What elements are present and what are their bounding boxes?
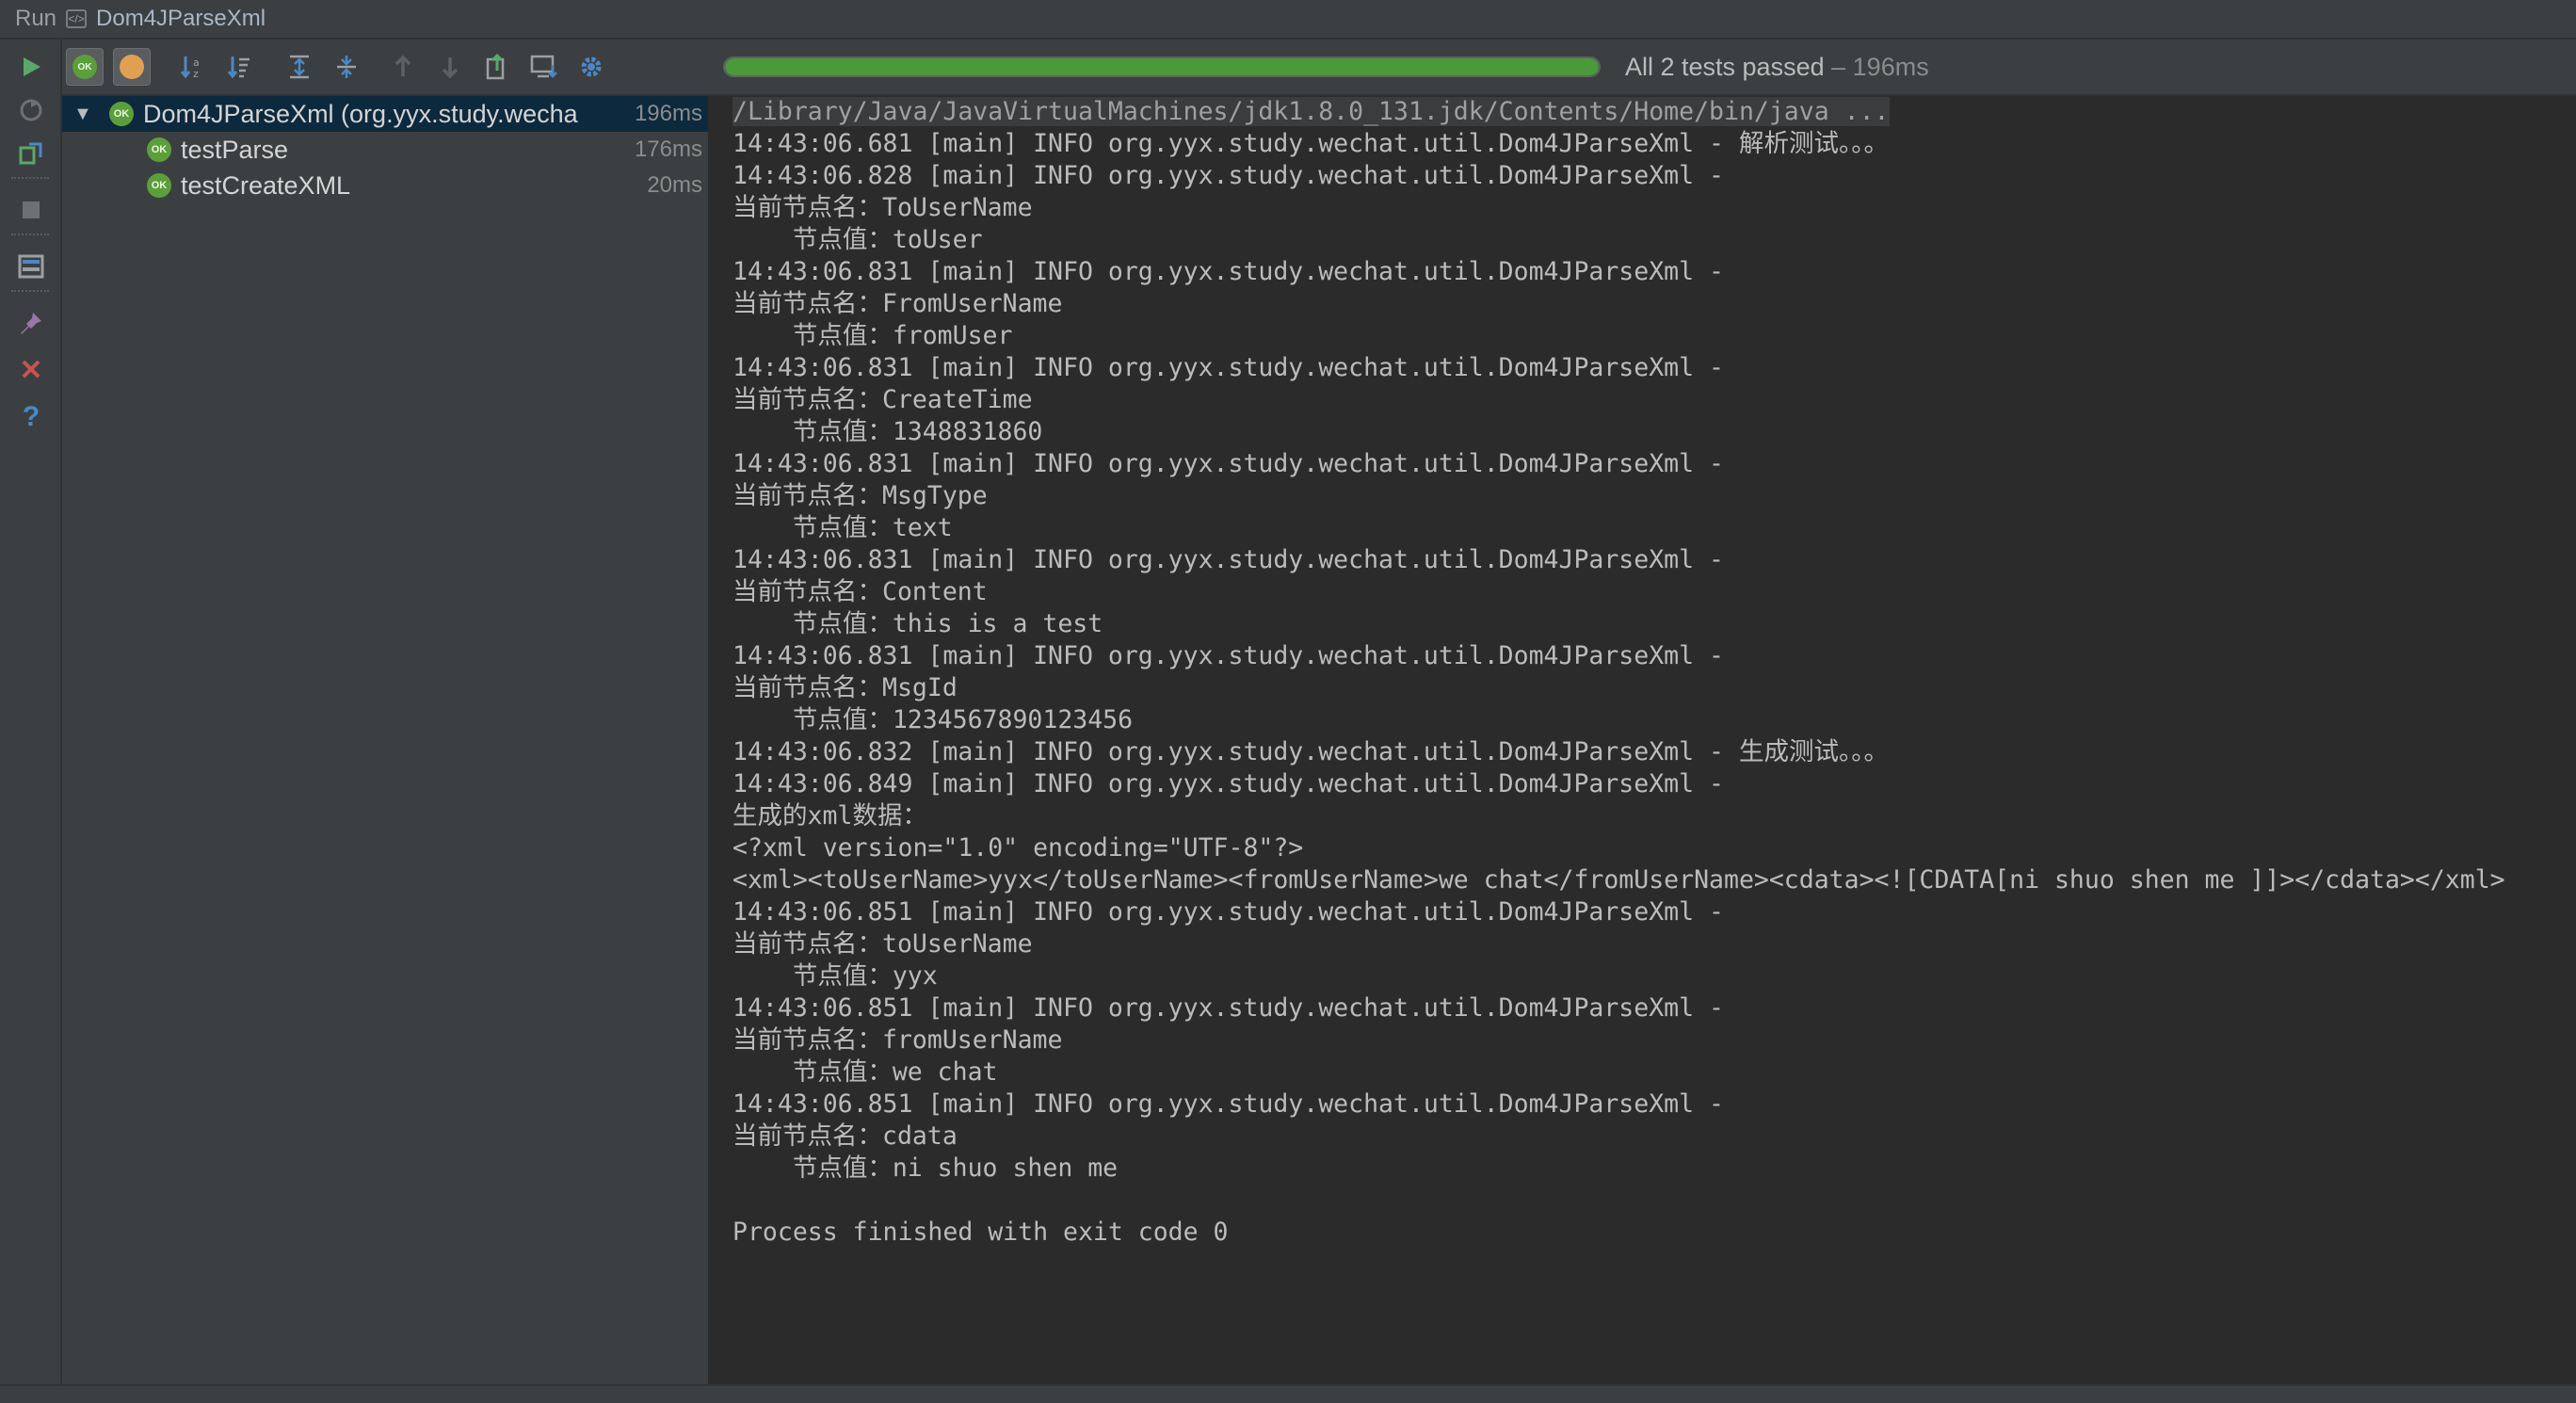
tree-item-test[interactable]: OK testParse 176ms bbox=[62, 132, 708, 168]
collapse-all-icon bbox=[337, 56, 356, 78]
console-line: 节点值：1348831860 bbox=[733, 417, 1043, 446]
settings-button[interactable] bbox=[572, 48, 610, 86]
sort-alphabetically-button[interactable]: az bbox=[173, 48, 211, 86]
tree-item-root[interactable]: ▼ OK Dom4JParseXml (org.yyx.study.wecha … bbox=[62, 96, 708, 132]
console-line: 当前节点名：Content bbox=[733, 577, 988, 606]
previous-failed-test-button[interactable] bbox=[384, 48, 422, 86]
console-line: 14:43:06.828 [main] INFO org.yyx.study.w… bbox=[733, 161, 1724, 190]
export-results-button[interactable] bbox=[478, 48, 516, 86]
tree-item-time: 176ms bbox=[634, 137, 702, 162]
tree-item-label: testParse bbox=[181, 135, 289, 164]
console-line: 当前节点名：fromUserName bbox=[733, 1025, 1063, 1055]
show-passed-button[interactable]: OK bbox=[66, 48, 104, 86]
export-icon bbox=[486, 54, 505, 80]
import-results-button[interactable] bbox=[525, 48, 563, 86]
test-passed-icon: OK bbox=[147, 173, 171, 198]
console-line: 节点值：text bbox=[733, 513, 953, 542]
console-line: 节点值：toUser bbox=[733, 225, 983, 254]
tree-item-time: 196ms bbox=[634, 101, 702, 126]
console-line: 节点值：ni shuo shen me bbox=[733, 1153, 1119, 1183]
sort-by-duration-button[interactable] bbox=[220, 48, 258, 86]
separator bbox=[11, 177, 49, 179]
test-progress-fill bbox=[725, 58, 1599, 75]
sort-alpha-icon: az bbox=[180, 56, 200, 80]
console-line: 当前节点名：CreateTime bbox=[733, 385, 1033, 414]
console-line: 14:43:06.851 [main] INFO org.yyx.study.w… bbox=[733, 993, 1724, 1023]
console-line: 14:43:06.831 [main] INFO org.yyx.study.w… bbox=[733, 641, 1724, 670]
run-window-titlebar: Run </> Dom4JParseXml bbox=[0, 0, 2576, 40]
console-line: 当前节点名：toUserName bbox=[733, 929, 1033, 959]
console-output[interactable]: /Library/Java/JavaVirtualMachines/jdk1.8… bbox=[710, 96, 2576, 1384]
console-line: 节点值：yyx bbox=[733, 961, 938, 991]
console-line: 14:43:06.849 [main] INFO org.yyx.study.w… bbox=[733, 769, 1724, 798]
layout-icon[interactable] bbox=[17, 252, 45, 281]
console-line: 节点值：we chat bbox=[733, 1057, 998, 1087]
console-line: <?xml version="1.0" encoding="UTF-8"?> bbox=[733, 833, 1304, 863]
console-line: <xml><toUserName>yyx</toUserName><fromUs… bbox=[733, 865, 2505, 895]
console-lines: /Library/Java/JavaVirtualMachines/jdk1.8… bbox=[733, 96, 2505, 1249]
sort-duration-icon bbox=[227, 56, 250, 79]
svg-text:z: z bbox=[193, 68, 199, 80]
run-config-icon: </> bbox=[66, 9, 88, 28]
run-side-toolbar: ✕ ? bbox=[0, 40, 62, 1384]
test-runner-toolbar: OK az All 2 tests passed – 196ms bbox=[62, 40, 2576, 96]
arrow-up-icon bbox=[394, 55, 411, 76]
console-line: 当前节点名：MsgId bbox=[733, 673, 958, 702]
console-line: 节点值：fromUser bbox=[733, 321, 1013, 350]
test-status: All 2 tests passed – 196ms bbox=[1625, 53, 1929, 82]
console-line: 14:43:06.832 [main] INFO org.yyx.study.w… bbox=[733, 737, 1889, 766]
expand-all-icon bbox=[290, 55, 309, 79]
test-status-text: All 2 tests passed bbox=[1625, 53, 1825, 81]
test-status-duration: – 196ms bbox=[1831, 53, 1929, 81]
tree-item-time: 20ms bbox=[647, 172, 702, 198]
show-ignored-icon bbox=[120, 55, 144, 79]
test-results-tree: ▼ OK Dom4JParseXml (org.yyx.study.wecha … bbox=[62, 96, 710, 1384]
toggle-auto-test-icon[interactable] bbox=[17, 139, 45, 168]
console-line: 14:43:06.831 [main] INFO org.yyx.study.w… bbox=[733, 449, 1724, 478]
next-failed-test-button[interactable] bbox=[431, 48, 469, 86]
console-line: 14:43:06.831 [main] INFO org.yyx.study.w… bbox=[733, 353, 1724, 382]
rerun-icon[interactable] bbox=[17, 53, 45, 81]
tree-item-label: Dom4JParseXml (org.yyx.study.wecha bbox=[143, 99, 578, 128]
console-line: 当前节点名：cdata bbox=[733, 1121, 958, 1151]
console-line: 节点值：1234567890123456 bbox=[733, 705, 1134, 734]
tree-item-label: testCreateXML bbox=[181, 170, 351, 200]
expand-arrow-icon[interactable]: ▼ bbox=[73, 104, 92, 125]
console-line: 当前节点名：FromUserName bbox=[733, 289, 1063, 318]
console-line: 14:43:06.681 [main] INFO org.yyx.study.w… bbox=[733, 129, 1889, 158]
arrow-down-icon bbox=[442, 57, 459, 79]
console-line: 14:43:06.831 [main] INFO org.yyx.study.w… bbox=[733, 257, 1724, 286]
test-passed-icon: OK bbox=[147, 137, 171, 162]
rerun-failed-icon[interactable] bbox=[17, 96, 45, 124]
separator bbox=[11, 234, 49, 235]
gear-icon bbox=[581, 56, 602, 77]
import-icon bbox=[530, 55, 557, 78]
console-line: Process finished with exit code 0 bbox=[733, 1218, 1229, 1247]
collapse-all-button[interactable] bbox=[328, 48, 365, 86]
console-line: 当前节点名：MsgType bbox=[733, 481, 988, 510]
console-line: 节点值：this is a test bbox=[733, 609, 1103, 638]
console-line: 生成的xml数据： bbox=[733, 801, 927, 831]
console-line: 14:43:06.851 [main] INFO org.yyx.study.w… bbox=[733, 897, 1724, 927]
show-passed-icon: OK bbox=[72, 55, 97, 79]
console-command-line: /Library/Java/JavaVirtualMachines/jdk1.8… bbox=[733, 97, 1890, 126]
console-line: 14:43:06.831 [main] INFO org.yyx.study.w… bbox=[733, 545, 1724, 574]
show-ignored-button[interactable] bbox=[113, 48, 151, 86]
help-icon[interactable]: ? bbox=[17, 401, 45, 432]
separator bbox=[11, 290, 49, 292]
expand-all-button[interactable] bbox=[281, 48, 318, 86]
run-config-name: Dom4JParseXml bbox=[96, 6, 266, 31]
console-line: 当前节点名：ToUserName bbox=[733, 193, 1033, 222]
close-icon[interactable]: ✕ bbox=[17, 355, 45, 386]
console-line: 14:43:06.851 [main] INFO org.yyx.study.w… bbox=[733, 1089, 1724, 1119]
pin-icon[interactable] bbox=[17, 309, 45, 337]
run-label: Run bbox=[15, 6, 57, 31]
test-progress-bar bbox=[723, 56, 1601, 77]
tree-item-test[interactable]: OK testCreateXML 20ms bbox=[62, 168, 708, 203]
bottom-tool-window-bar bbox=[0, 1384, 2576, 1403]
test-passed-icon: OK bbox=[109, 102, 134, 126]
stop-icon[interactable] bbox=[17, 196, 45, 224]
